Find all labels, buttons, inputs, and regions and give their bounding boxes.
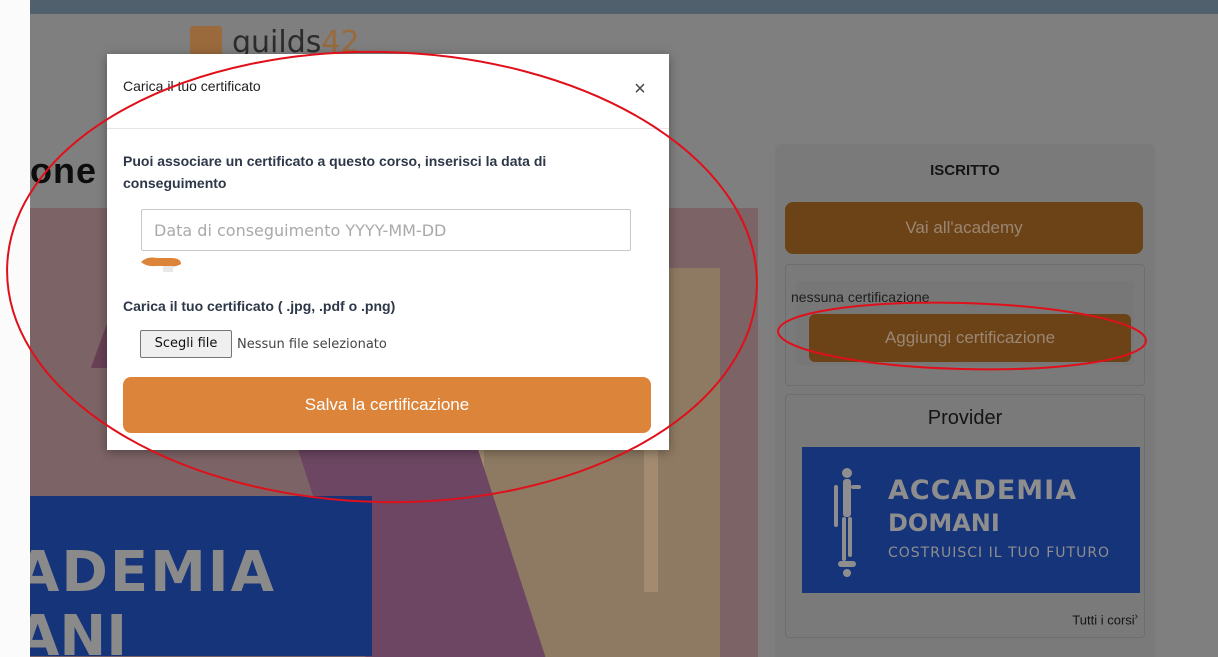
provider-logo-text: ACCADEMIA bbox=[888, 475, 1078, 506]
choose-file-button[interactable]: Scegli file bbox=[140, 330, 232, 358]
provider-logo[interactable]: ACCADEMIA DOMANI COSTRUISCI IL TUO FUTUR… bbox=[802, 447, 1140, 593]
mercury-statue-icon bbox=[834, 468, 861, 577]
hero-banner-text: ANI bbox=[30, 604, 128, 656]
top-bar bbox=[30, 0, 1218, 14]
course-title: one bbox=[30, 150, 98, 191]
provider-logo-text: DOMANI bbox=[888, 509, 1000, 537]
add-certification-button[interactable]: Aggiungi certificazione bbox=[809, 314, 1131, 362]
provider-box: Provider ACCADEMIA DOMANI COSTRUISCI IL … bbox=[785, 394, 1145, 638]
chevron-right-icon: › bbox=[1134, 611, 1138, 622]
enrollment-status: ISCRITTO bbox=[930, 162, 1000, 179]
no-certification-text: nessuna certificazione bbox=[791, 289, 930, 305]
autocomplete-artifact-icon bbox=[141, 257, 181, 272]
all-courses-link[interactable]: Tutti i corsi› bbox=[1072, 611, 1138, 627]
hero-academy-banner: ADEMIA ANI bbox=[30, 496, 372, 656]
save-certification-button[interactable]: Salva la certificazione bbox=[123, 377, 651, 433]
upload-certificate-modal: Carica il tuo certificato × Puoi associa… bbox=[107, 54, 669, 450]
upload-label: Carica il tuo certificato ( .jpg, .pdf o… bbox=[123, 298, 396, 314]
provider-logo-tagline: COSTRUISCI IL TUO FUTURO bbox=[888, 545, 1111, 561]
file-status-text: Nessun file selezionato bbox=[237, 337, 387, 352]
modal-description: Puoi associare un certificato a questo c… bbox=[123, 153, 547, 191]
all-courses-label: Tutti i corsi bbox=[1072, 612, 1135, 628]
left-gutter bbox=[0, 0, 30, 657]
modal-header: Carica il tuo certificato × bbox=[107, 54, 669, 129]
modal-title: Carica il tuo certificato bbox=[123, 78, 261, 94]
close-icon[interactable]: × bbox=[627, 74, 653, 104]
screenshot-frame: guilds42 one ADEMIA ANI ISCRITTO Vai all… bbox=[0, 0, 1218, 657]
provider-title: Provider bbox=[927, 407, 1003, 429]
completion-date-input[interactable] bbox=[141, 209, 631, 251]
go-academy-button[interactable]: Vai all'academy bbox=[785, 202, 1143, 254]
hero-banner-text: ADEMIA bbox=[30, 540, 276, 605]
course-sidebar: ISCRITTO Vai all'academy nessuna certifi… bbox=[775, 144, 1155, 657]
